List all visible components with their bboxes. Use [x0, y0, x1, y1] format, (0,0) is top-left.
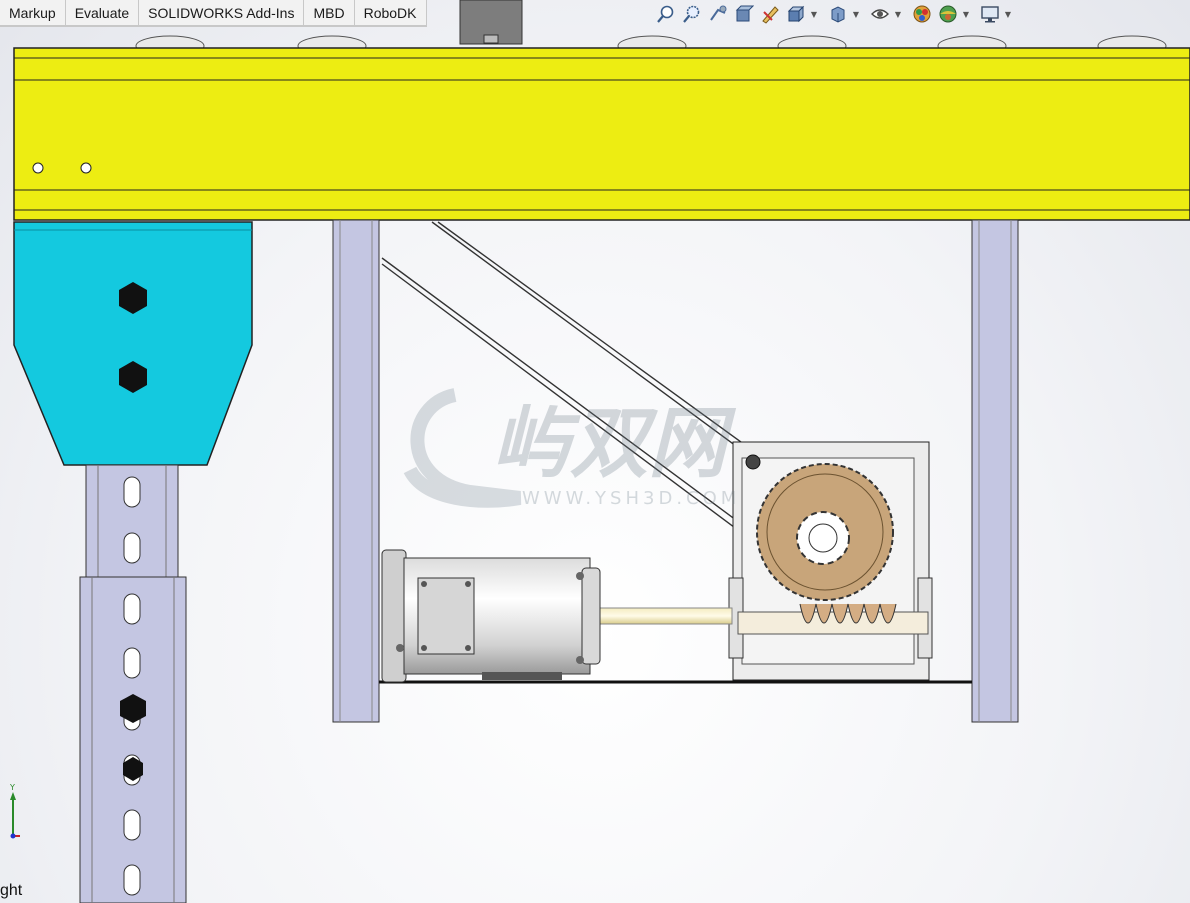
- display-style-icon: [831, 6, 845, 23]
- hide-show-items-dropdown[interactable]: ▼: [894, 3, 902, 25]
- heads-up-view-toolbar: ▼ ▼ ▼ ▼ ▼: [654, 2, 1018, 26]
- dynamic-annotation-icon: [762, 6, 779, 24]
- support-post-left: [332, 219, 380, 723]
- apply-scene-icon: [939, 5, 957, 23]
- view-orientation-icon: [787, 5, 805, 23]
- zoom-to-area-button[interactable]: [680, 3, 704, 25]
- tab-mbd[interactable]: MBD: [304, 0, 355, 26]
- zoom-to-fit-icon: [657, 5, 674, 23]
- edit-appearance-icon: [913, 5, 931, 23]
- watermark-logo: 屿双网: [492, 399, 737, 489]
- tab-solidworks-add-ins[interactable]: SOLIDWORKS Add-Ins: [139, 0, 305, 26]
- chevron-down-icon: ▼: [852, 9, 860, 19]
- support-post-right: [971, 219, 1019, 723]
- leg-bracket: [13, 221, 253, 466]
- beam-hole: [32, 162, 44, 174]
- zoom-to-area-icon: [683, 5, 700, 23]
- graphics-area[interactable]: 屿双网 WWW.YSH3D.COM: [0, 0, 1190, 903]
- view-orientation-label: ght: [0, 882, 23, 899]
- edit-appearance-button[interactable]: [910, 3, 934, 25]
- electric-motor: [381, 549, 601, 683]
- slotted-leg: [79, 464, 187, 903]
- tab-markup[interactable]: Markup: [0, 0, 66, 26]
- chevron-down-icon: ▼: [1004, 9, 1012, 19]
- drive-shaft: [597, 607, 733, 625]
- chevron-down-icon: ▼: [894, 9, 902, 19]
- chevron-down-icon: ▼: [810, 9, 818, 19]
- tab-evaluate[interactable]: Evaluate: [65, 0, 140, 26]
- previous-view-icon: [710, 5, 727, 21]
- watermark: 屿双网 WWW.YSH3D.COM: [403, 388, 740, 509]
- apply-scene-button[interactable]: [936, 3, 960, 25]
- watermark-url: WWW.YSH3D.COM: [522, 488, 740, 509]
- view-settings-dropdown[interactable]: ▼: [1004, 3, 1012, 25]
- terminal-box: [417, 577, 475, 655]
- view-settings-icon: [981, 6, 999, 23]
- previous-view-button[interactable]: [706, 3, 730, 25]
- section-view-button[interactable]: [732, 3, 756, 25]
- display-style-dropdown[interactable]: ▼: [852, 3, 860, 25]
- view-orientation-dropdown[interactable]: ▼: [810, 3, 818, 25]
- command-manager-tabs: Markup Evaluate SOLIDWORKS Add-Ins MBD R…: [0, 0, 427, 27]
- hide-show-items-button[interactable]: [868, 3, 892, 25]
- conveyor-side-beam: [13, 47, 1190, 221]
- display-style-button[interactable]: [826, 3, 850, 25]
- beam-hole: [80, 162, 92, 174]
- worm-gearbox: [728, 441, 933, 681]
- dynamic-annotation-button[interactable]: [758, 3, 782, 25]
- triad-y-label: Y: [10, 783, 15, 792]
- view-orientation-button[interactable]: [784, 3, 808, 25]
- reference-triad: [10, 792, 20, 839]
- chevron-down-icon: ▼: [962, 9, 970, 19]
- section-view-icon: [735, 5, 754, 22]
- zoom-to-fit-button[interactable]: [654, 3, 678, 25]
- apply-scene-dropdown[interactable]: ▼: [962, 3, 970, 25]
- hide-show-items-icon: [871, 9, 889, 19]
- tab-robodk[interactable]: RoboDK: [354, 0, 427, 26]
- view-settings-button[interactable]: [978, 3, 1002, 25]
